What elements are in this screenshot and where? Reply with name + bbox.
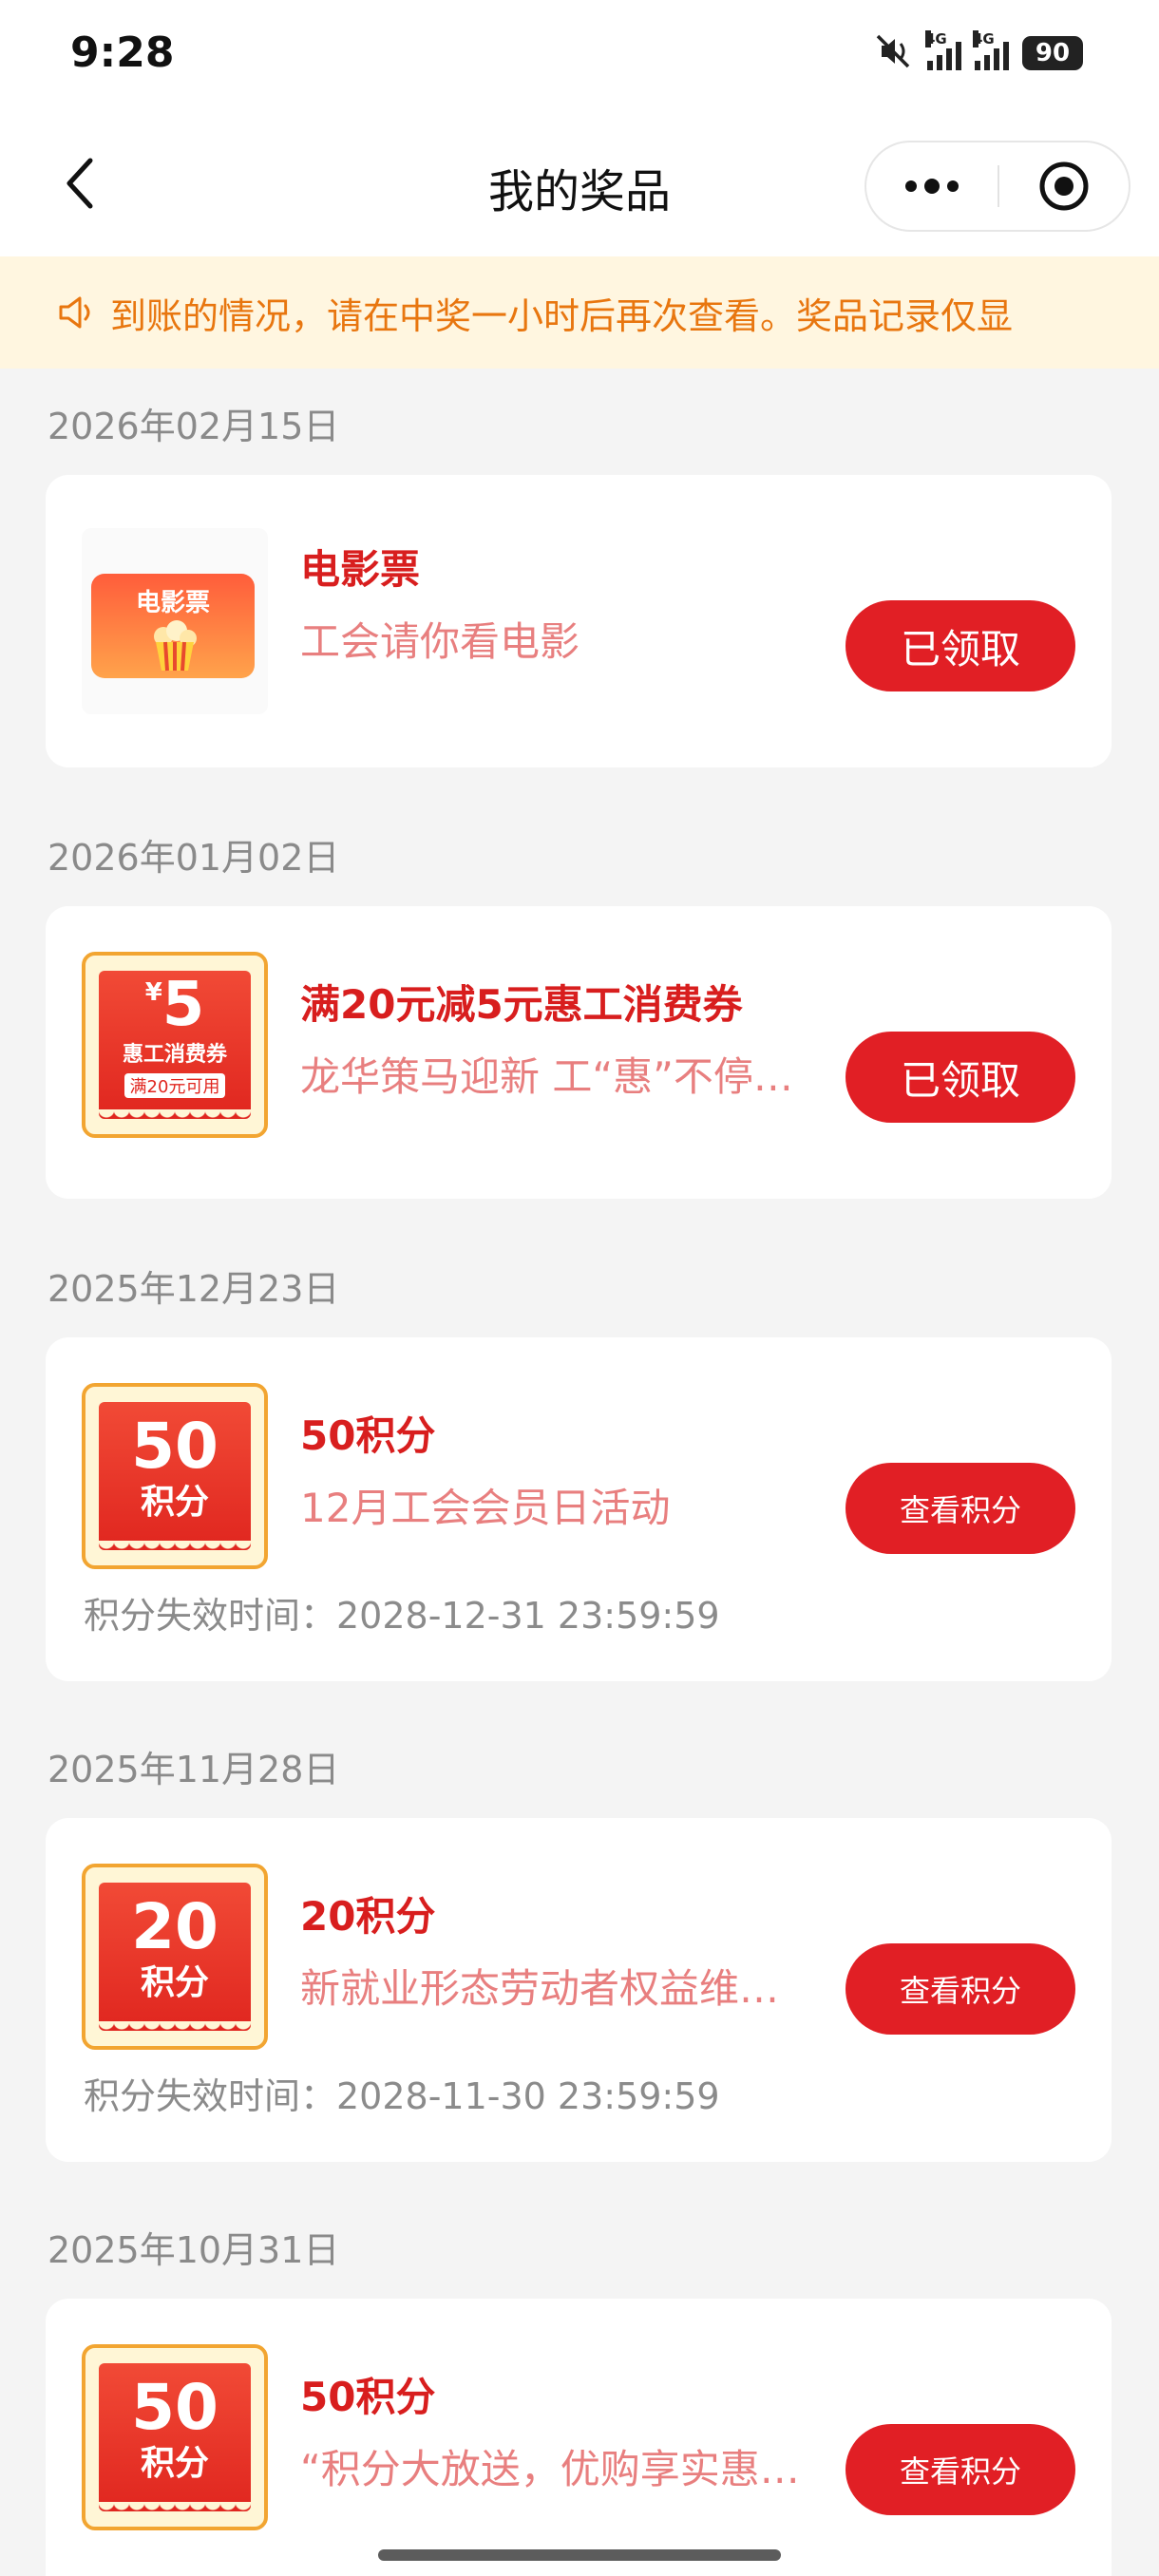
movie-ticket-icon: 电影票 — [91, 574, 255, 678]
prize-name: 50积分 — [300, 2374, 436, 2420]
prize-description: 12月工会会员日活动 — [300, 1485, 671, 1531]
battery-icon: 90 — [1022, 36, 1083, 70]
signal-4g-icon: 4G — [925, 30, 961, 70]
prize-name: 50积分 — [300, 1412, 436, 1459]
prize-name: 电影票 — [300, 546, 421, 593]
prize-card: ¥5 惠工消费券 满20元可用 满20元减5元惠工消费券 龙华策马迎新 工“惠”… — [46, 906, 1112, 1199]
prize-description: 工会请你看电影 — [300, 618, 580, 665]
prize-date: 2025年12月23日 — [48, 1268, 340, 1310]
view-points-button[interactable]: 查看积分 — [846, 2424, 1075, 2515]
prize-name: 20积分 — [300, 1893, 436, 1940]
movie-ticket-thumbnail: 电影票 — [82, 528, 268, 714]
status-icons: 4G 4G 90 — [872, 30, 1083, 74]
points-expiry: 积分失效时间：2028-12-31 23:59:59 — [84, 1595, 720, 1637]
prize-date: 2025年10月31日 — [48, 2229, 340, 2271]
more-dots-icon — [905, 179, 959, 194]
prize-card: 50 积分 50积分 12月工会会员日活动 查看积分 积分失效时间：2028-1… — [46, 1337, 1112, 1681]
points-badge: 50 积分 — [99, 2363, 251, 2511]
status-time: 9:28 — [70, 28, 175, 77]
prize-description: 新就业形态劳动者权益维… — [300, 1965, 780, 2012]
notice-text: 到账的情况，请在中奖一小时后再次查看。奖品记录仅显 — [110, 294, 1014, 337]
points-badge: 50 积分 — [99, 1402, 251, 1550]
prize-card: 50 积分 50积分 “积分大放送，优购享实惠… 查看积分 — [46, 2299, 1112, 2576]
mute-icon — [872, 32, 914, 74]
points-thumbnail: 50 积分 — [82, 2344, 268, 2530]
prize-date: 2026年02月15日 — [48, 406, 340, 447]
status-bar: 9:28 4G 4G 90 — [0, 0, 1159, 114]
prize-description: 龙华策马迎新 工“惠”不停… — [300, 1053, 793, 1100]
popcorn-icon — [154, 620, 197, 672]
view-points-button[interactable]: 查看积分 — [846, 1943, 1075, 2035]
speaker-icon — [59, 296, 90, 329]
nav-bar: 我的奖品 — [0, 114, 1159, 256]
notice-bar: 到账的情况，请在中奖一小时后再次查看。奖品记录仅显 — [0, 256, 1159, 369]
prize-name: 满20元减5元惠工消费券 — [300, 981, 743, 1028]
target-close-icon — [1039, 161, 1089, 211]
points-thumbnail: 20 积分 — [82, 1864, 268, 2050]
prize-date: 2025年11月28日 — [48, 1749, 340, 1790]
prize-date: 2026年01月02日 — [48, 837, 340, 879]
prize-card: 电影票 电影票 工会请你看电影 已领取 — [46, 475, 1112, 767]
home-indicator[interactable] — [378, 2549, 781, 2561]
voucher-thumbnail: ¥5 惠工消费券 满20元可用 — [82, 952, 268, 1138]
miniprogram-capsule — [864, 141, 1130, 232]
points-badge: 20 积分 — [99, 1883, 251, 2031]
view-points-button[interactable]: 查看积分 — [846, 1463, 1075, 1554]
prize-card: 20 积分 20积分 新就业形态劳动者权益维… 查看积分 积分失效时间：2028… — [46, 1818, 1112, 2162]
claimed-button[interactable]: 已领取 — [846, 600, 1075, 691]
voucher-badge: ¥5 惠工消费券 满20元可用 — [99, 971, 251, 1119]
close-miniprogram-button[interactable] — [999, 141, 1129, 232]
claimed-button[interactable]: 已领取 — [846, 1032, 1075, 1123]
more-button[interactable] — [866, 141, 998, 232]
prize-description: “积分大放送，优购享实惠… — [300, 2446, 800, 2492]
points-thumbnail: 50 积分 — [82, 1383, 268, 1569]
points-expiry: 积分失效时间：2028-11-30 23:59:59 — [84, 2075, 720, 2117]
signal-4g-icon-2: 4G — [973, 30, 1009, 70]
